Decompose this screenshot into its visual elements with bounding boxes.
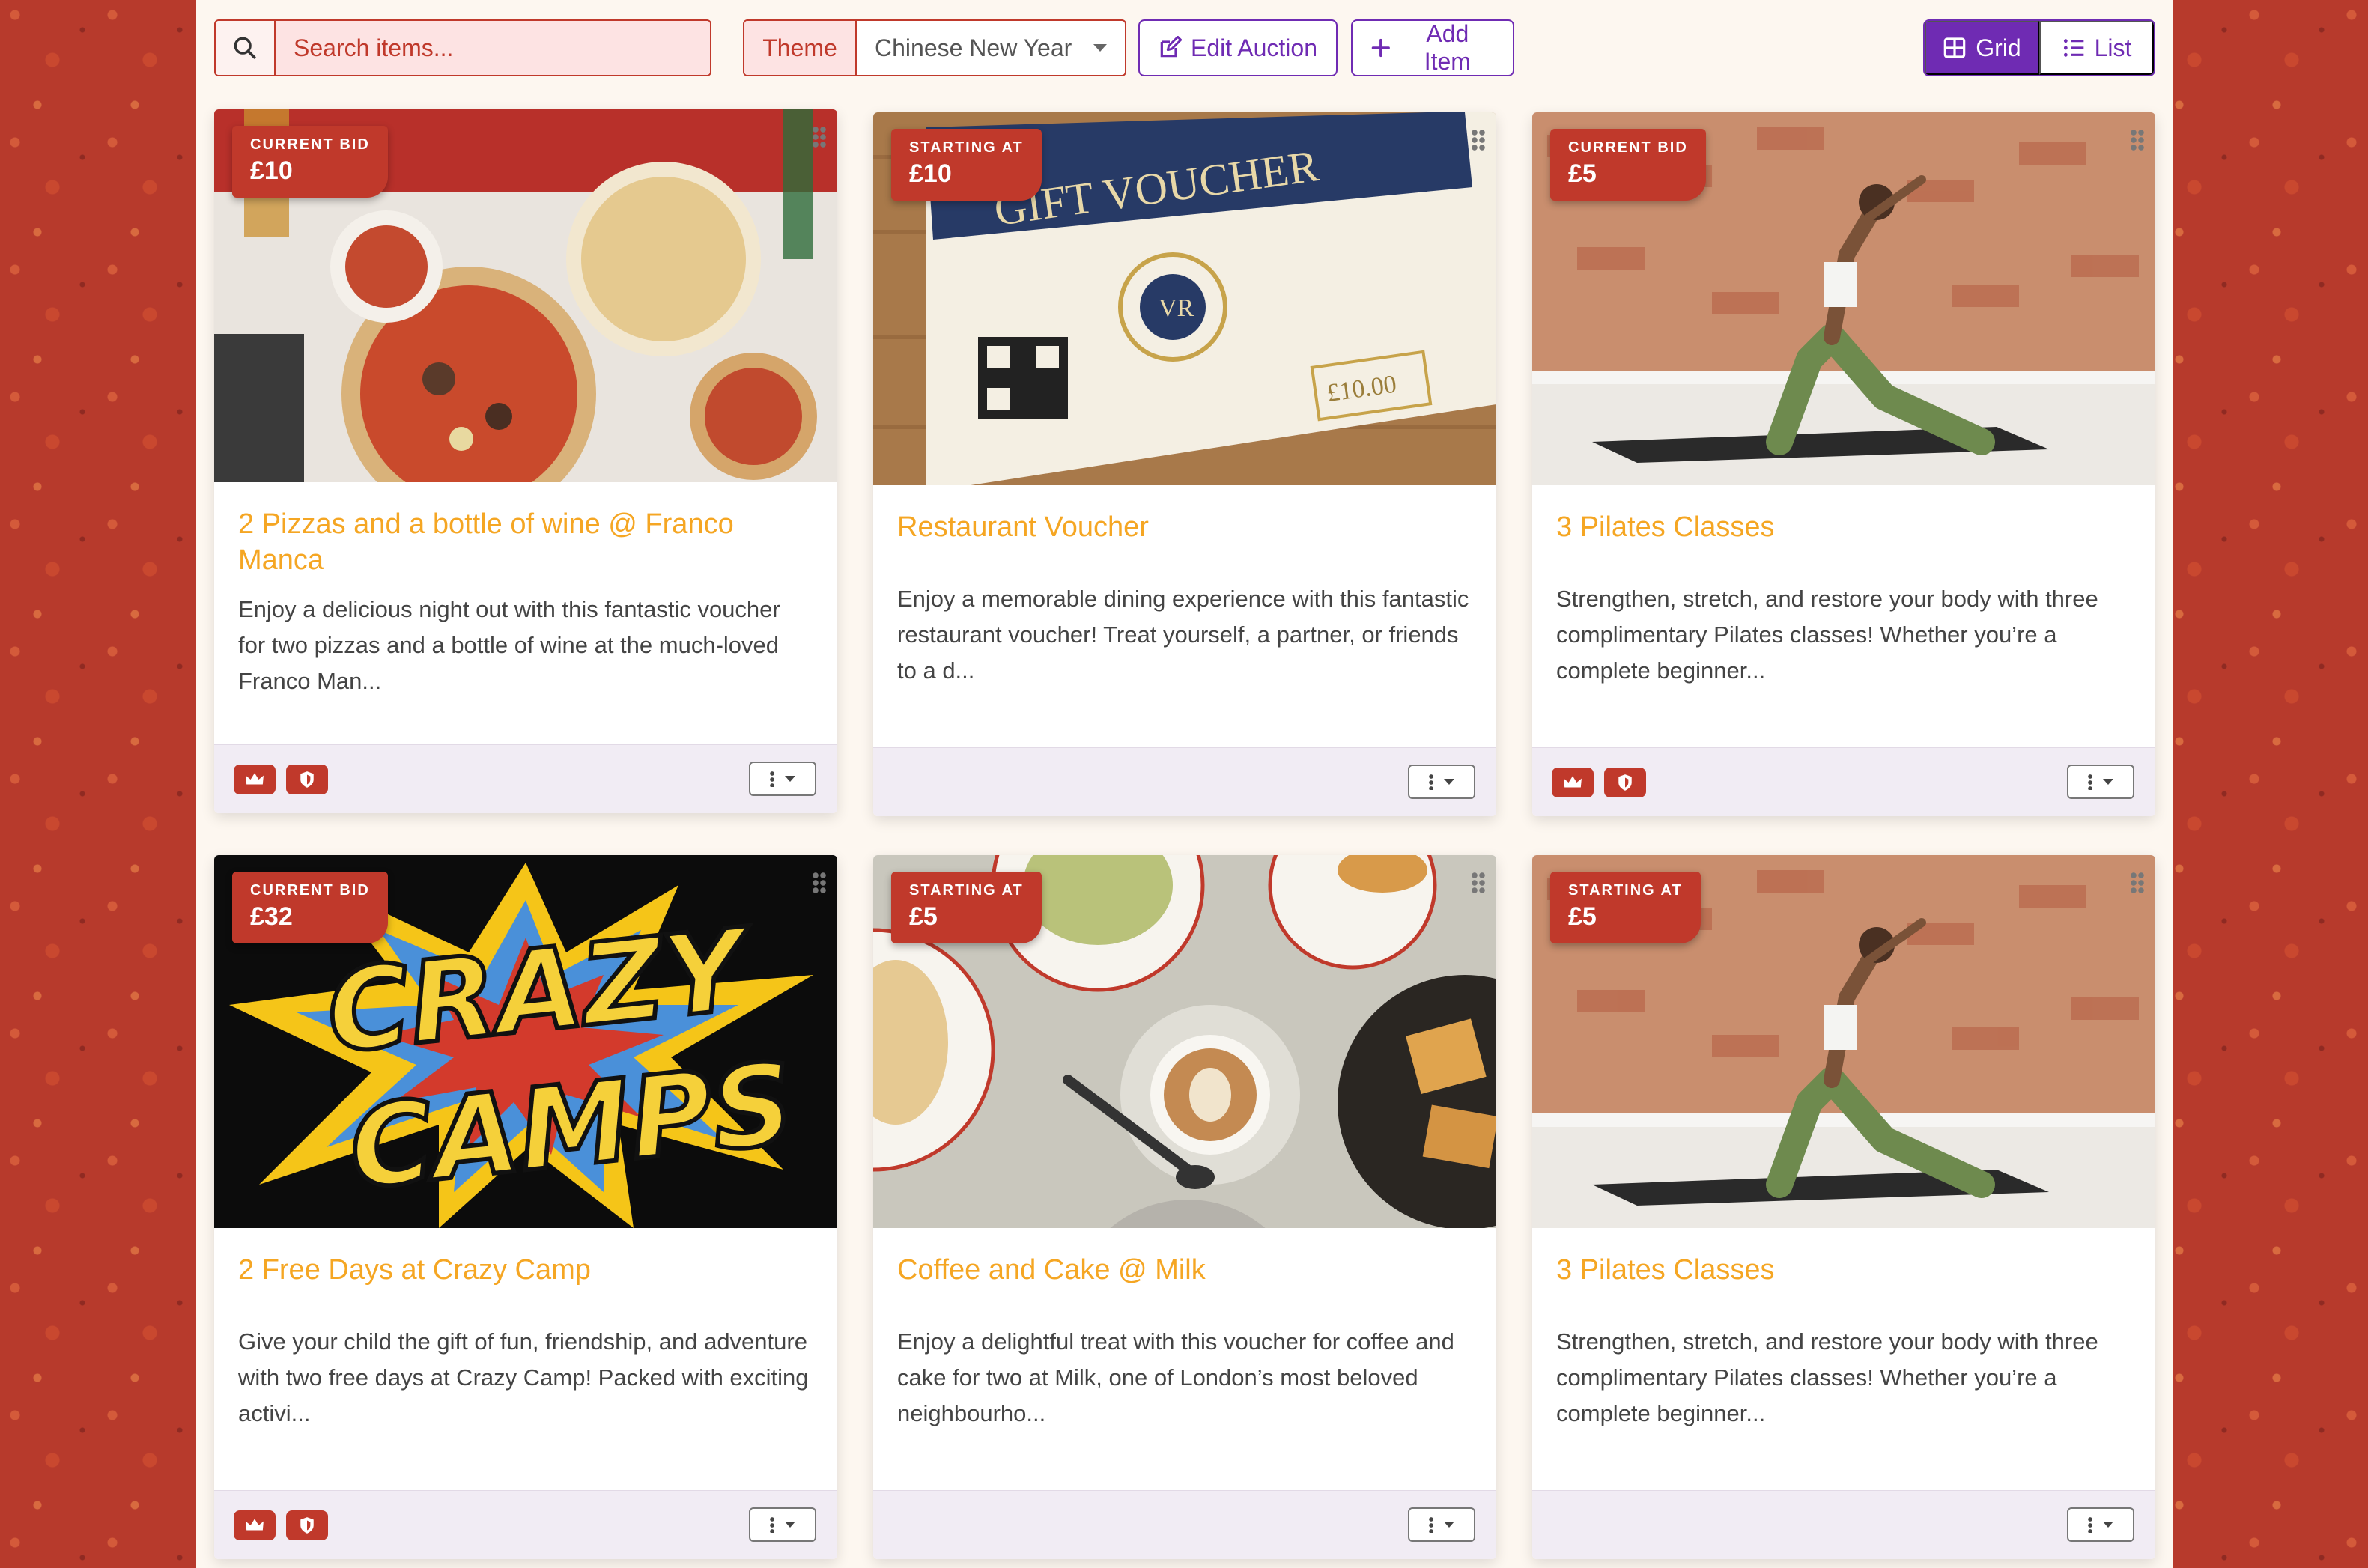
item-actions-dropdown[interactable] [1408,765,1475,799]
item-actions-dropdown[interactable] [749,762,816,796]
item-title[interactable]: 2 Pizzas and a bottle of wine @ Franco M… [238,506,813,578]
view-toggle: Grid List [1923,19,2155,76]
card-footer [214,1490,837,1559]
bid-badge-label: STARTING AT [1568,882,1683,899]
card-footer [1532,1490,2155,1559]
crown-icon[interactable] [1552,768,1594,797]
edit-icon [1160,36,1182,58]
theme-selector[interactable]: Theme Chinese New Year [743,19,1126,76]
theme-value: Chinese New Year [875,34,1072,61]
item-description: Strengthen, stretch, and restore your bo… [1556,586,2098,684]
item-card[interactable]: CRAZY CAMPS CURRENT BID £32 2 Free Days … [214,855,837,1559]
toolbar: Theme Chinese New Year Edit Auction Add … [214,19,2155,76]
item-card[interactable]: STARTING AT £5 Coffee and Cake @ Milk En… [873,855,1496,1559]
theme-select[interactable]: Chinese New Year [857,21,1125,75]
kebab-icon [2088,774,2092,790]
bid-badge-label: STARTING AT [909,882,1024,899]
chevron-down-icon [2103,779,2113,785]
crown-icon[interactable] [234,765,276,794]
chevron-down-icon [1093,44,1107,52]
bid-badge-amount: £10 [909,159,952,188]
item-description: Enjoy a delicious night out with this fa… [238,596,780,694]
chevron-down-icon [1444,779,1454,785]
bid-badge: STARTING AT £10 [891,129,1042,201]
item-actions-dropdown[interactable] [2067,1507,2134,1542]
bid-badge: STARTING AT £5 [891,872,1042,943]
item-card[interactable]: CURRENT BID £10 2 Pizzas and a bottle of… [214,109,837,813]
search-input[interactable] [276,21,710,75]
bid-badge: CURRENT BID £10 [232,126,388,198]
kebab-icon [1429,1516,1433,1533]
view-grid-button[interactable]: Grid [1925,21,2039,75]
add-item-button[interactable]: Add Item [1351,19,1514,76]
shield-icon[interactable] [286,765,328,794]
kebab-icon [2088,1516,2092,1533]
card-footer [214,744,837,813]
item-description: Enjoy a memorable dining experience with… [897,586,1469,684]
item-description: Give your child the gift of fun, friends… [238,1328,809,1426]
item-card[interactable]: CURRENT BID £5 3 Pilates Classes Strengt… [1532,112,2155,816]
item-title[interactable]: Restaurant Voucher [897,509,1472,545]
item-description: Strengthen, stretch, and restore your bo… [1556,1328,2098,1426]
item-actions-dropdown[interactable] [1408,1507,1475,1542]
drag-handle-icon[interactable] [1471,129,1486,151]
item-card[interactable]: GIFT VOUCHER VR £10.00 STARTING AT £10 R… [873,112,1496,816]
bid-badge: STARTING AT £5 [1550,872,1701,943]
search-icon[interactable] [216,21,276,75]
view-list-label: List [2094,34,2132,61]
chevron-down-icon [785,1522,795,1528]
bid-badge-amount: £10 [250,157,293,185]
chevron-down-icon [2103,1522,2113,1528]
drag-handle-icon[interactable] [2130,129,2145,151]
item-title[interactable]: 3 Pilates Classes [1556,509,2131,545]
shield-icon[interactable] [286,1510,328,1540]
search-group [214,19,711,76]
card-footer [873,1490,1496,1559]
bid-badge-amount: £5 [909,902,938,931]
chevron-down-icon [1444,1522,1454,1528]
list-icon [2063,39,2083,57]
add-item-label: Add Item [1424,20,1471,75]
bid-badge-label: CURRENT BID [1568,139,1688,156]
kebab-icon [770,771,774,787]
edit-auction-label: Edit Auction [1191,34,1317,61]
item-title[interactable]: 2 Free Days at Crazy Camp [238,1252,813,1288]
bid-badge-amount: £5 [1568,159,1597,188]
item-title[interactable]: 3 Pilates Classes [1556,1252,2131,1288]
kebab-icon [1429,774,1433,790]
item-title[interactable]: Coffee and Cake @ Milk [897,1252,1472,1288]
item-description: Enjoy a delightful treat with this vouch… [897,1328,1454,1426]
bid-badge-label: CURRENT BID [250,136,370,153]
card-footer [873,747,1496,816]
bid-badge: CURRENT BID £5 [1550,129,1706,201]
item-actions-dropdown[interactable] [749,1507,816,1542]
bid-badge: CURRENT BID £32 [232,872,388,943]
grid-icon [1943,37,1966,58]
item-actions-dropdown[interactable] [2067,765,2134,799]
drag-handle-icon[interactable] [1471,872,1486,894]
item-card[interactable]: STARTING AT £5 3 Pilates Classes Strengt… [1532,855,2155,1559]
kebab-icon [770,1516,774,1533]
bid-badge-amount: £32 [250,902,293,931]
bid-badge-label: CURRENT BID [250,882,370,899]
chevron-down-icon [785,776,795,782]
plus-icon [1371,38,1390,58]
edit-auction-button[interactable]: Edit Auction [1138,19,1338,76]
shield-icon[interactable] [1604,768,1646,797]
auction-panel: Theme Chinese New Year Edit Auction Add … [196,0,2173,1568]
drag-handle-icon[interactable] [2130,872,2145,894]
bid-badge-amount: £5 [1568,902,1597,931]
view-list-button[interactable]: List [2039,21,2154,75]
svg-text:VR: VR [1159,294,1194,322]
drag-handle-icon[interactable] [812,126,827,148]
drag-handle-icon[interactable] [812,872,827,894]
bid-badge-label: STARTING AT [909,139,1024,156]
view-grid-label: Grid [1976,34,2021,61]
card-footer [1532,747,2155,816]
crown-icon[interactable] [234,1510,276,1540]
theme-label: Theme [744,21,857,75]
